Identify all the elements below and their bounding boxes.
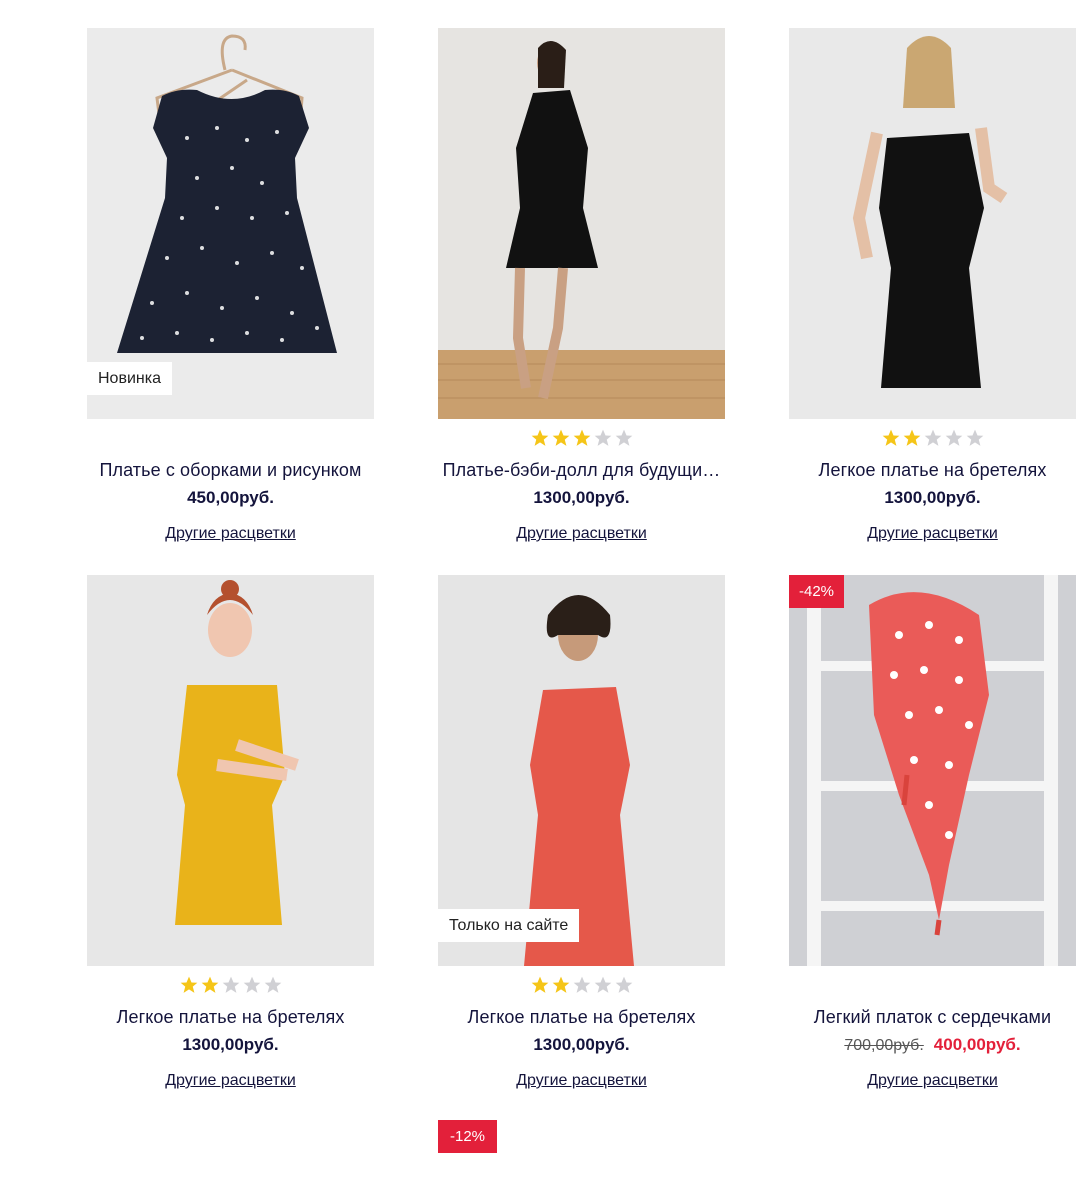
product-card[interactable]: -42% Легкий платок с сердечками 700,00ру…: [789, 575, 1076, 1089]
product-title[interactable]: Легкий платок с сердечками: [775, 1007, 1080, 1028]
new-badge: Новинка: [87, 362, 172, 395]
price-value: 1300,00руб.: [884, 488, 981, 507]
other-colors-link[interactable]: Другие расцветки: [87, 525, 374, 543]
dress-photo: [87, 575, 374, 966]
product-title[interactable]: Легкое платье на бретелях: [73, 1007, 388, 1028]
star-icon: [573, 976, 590, 993]
rating-stars: [438, 428, 725, 450]
rating-stars: [87, 975, 374, 997]
star-icon: [264, 976, 281, 993]
dress-photo: [438, 28, 725, 419]
product-image[interactable]: [789, 28, 1076, 419]
product-card[interactable]: Только на сайте Легкое платье на бретеля…: [438, 575, 725, 1089]
price: 1300,00руб.: [438, 1035, 725, 1055]
other-colors-link[interactable]: Другие расцветки: [438, 525, 725, 543]
other-colors-link[interactable]: Другие расцветки: [789, 1072, 1076, 1090]
sale-price: 400,00руб.: [933, 1035, 1021, 1054]
price-value: 1300,00руб.: [182, 1035, 279, 1054]
star-icon: [594, 429, 611, 446]
price: 1300,00руб.: [438, 488, 725, 508]
price-value: 1300,00руб.: [533, 488, 630, 507]
product-title[interactable]: Легкое платье на бретелях: [424, 1007, 739, 1028]
other-colors-link[interactable]: Другие расцветки: [438, 1072, 725, 1090]
product-image[interactable]: Новинка: [87, 28, 374, 419]
star-icon: [552, 429, 569, 446]
scarf-photo: [789, 575, 1076, 966]
dress-photo: [87, 28, 374, 419]
price-value: 1300,00руб.: [533, 1035, 630, 1054]
web-only-badge: Только на сайте: [438, 909, 580, 942]
rating-stars: [438, 975, 725, 997]
star-icon: [180, 976, 197, 993]
price-value: 450,00руб.: [187, 488, 274, 507]
other-colors-link[interactable]: Другие расцветки: [87, 1072, 374, 1090]
star-icon: [531, 976, 548, 993]
dress-photo: [438, 575, 725, 966]
star-icon: [924, 429, 941, 446]
rating-stars: [789, 428, 1076, 450]
star-icon: [243, 976, 260, 993]
product-image[interactable]: -42%: [789, 575, 1076, 966]
product-card[interactable]: Легкое платье на бретелях 1300,00руб. Др…: [789, 28, 1076, 542]
star-icon: [531, 429, 548, 446]
product-card[interactable]: Легкое платье на бретелях 1300,00руб. Др…: [87, 575, 374, 1089]
star-icon: [573, 429, 590, 446]
star-icon: [882, 429, 899, 446]
product-card[interactable]: Платье-бэби-долл для будущи… 1300,00руб.…: [438, 28, 725, 542]
star-icon: [945, 429, 962, 446]
star-icon: [201, 976, 218, 993]
dress-photo: [789, 28, 1076, 419]
price: 700,00руб. 400,00руб.: [789, 1035, 1076, 1055]
star-icon: [594, 976, 611, 993]
product-title[interactable]: Платье-бэби-долл для будущи…: [424, 460, 739, 481]
discount-badge: -42%: [789, 575, 845, 608]
star-icon: [615, 976, 632, 993]
star-icon: [966, 429, 983, 446]
price: 1300,00руб.: [87, 1035, 374, 1055]
product-image[interactable]: [87, 575, 374, 966]
product-card[interactable]: Новинка Платье с оборками и рисунком 450…: [87, 28, 374, 542]
price: 1300,00руб.: [789, 488, 1076, 508]
price: 450,00руб.: [87, 488, 374, 508]
product-title[interactable]: Платье с оборками и рисунком: [73, 460, 388, 481]
product-image[interactable]: [438, 28, 725, 419]
star-icon: [615, 429, 632, 446]
star-icon: [222, 976, 239, 993]
old-price: 700,00руб.: [844, 1037, 924, 1054]
product-image[interactable]: Только на сайте: [438, 575, 725, 966]
star-icon: [903, 429, 920, 446]
star-icon: [552, 976, 569, 993]
discount-badge: -12%: [438, 1120, 498, 1153]
product-title[interactable]: Легкое платье на бретелях: [775, 460, 1080, 481]
other-colors-link[interactable]: Другие расцветки: [789, 525, 1076, 543]
